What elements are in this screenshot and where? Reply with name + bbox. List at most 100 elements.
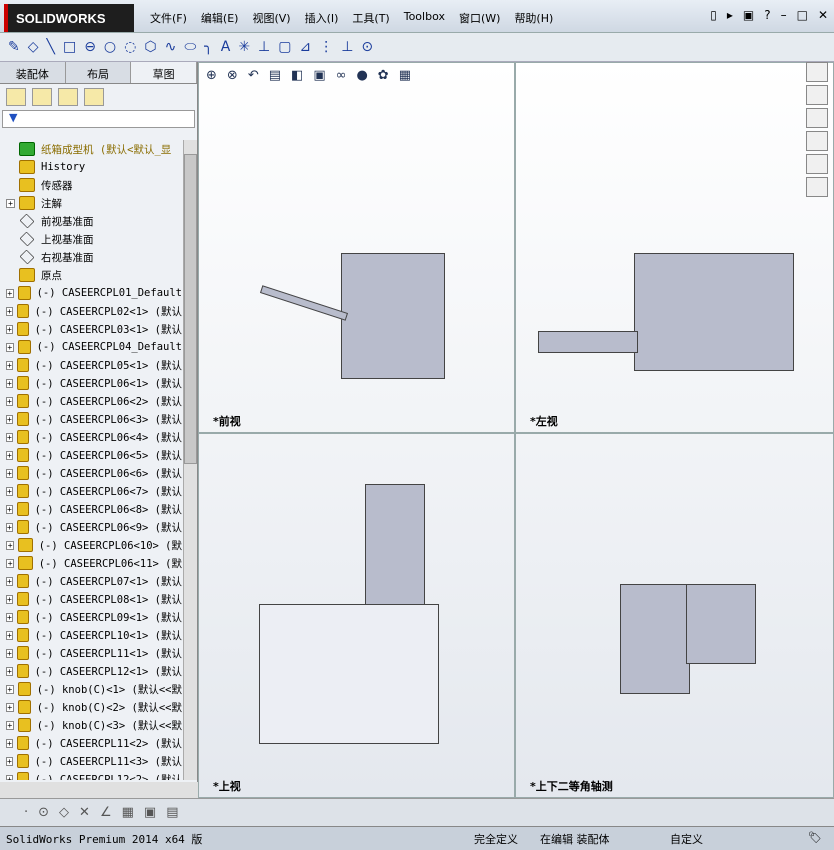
custom-properties-icon[interactable] bbox=[806, 177, 828, 197]
tree-item[interactable]: + (-) CASEERCPL11<1> (默认 bbox=[0, 644, 182, 662]
sketch-icon[interactable]: ✎ bbox=[8, 39, 20, 55]
units-selector[interactable]: 自定义 bbox=[670, 831, 703, 847]
tree-item[interactable]: + (-) CASEERCPL07<1> (默认 bbox=[0, 572, 182, 590]
save-icon[interactable]: ▣ bbox=[743, 8, 754, 22]
expand-icon[interactable]: + bbox=[6, 522, 13, 532]
tree-item[interactable]: + (-) CASEERCPL04_Default bbox=[0, 338, 182, 356]
expand-icon[interactable]: + bbox=[6, 432, 13, 442]
expand-icon[interactable]: + bbox=[6, 288, 14, 298]
expand-icon[interactable]: + bbox=[6, 648, 13, 658]
repair-icon[interactable]: ⊙ bbox=[361, 39, 373, 55]
menu-window[interactable]: 窗口(W) bbox=[459, 10, 500, 26]
tree-item[interactable]: + (-) CASEERCPL06<7> (默认 bbox=[0, 482, 182, 500]
shaded-icon[interactable]: ▣ bbox=[144, 805, 156, 820]
expand-icon[interactable]: + bbox=[6, 558, 15, 568]
graphics-area[interactable]: ⊕ ⊗ ↶ ▤ ◧ ▣ ∞ ● ✿ ▦ *前视 *左视 *上视 *上下二等角轴测 bbox=[198, 62, 834, 798]
mirror-icon[interactable]: ⊿ bbox=[299, 39, 311, 55]
ellipse-icon[interactable]: ⬭ bbox=[184, 39, 196, 55]
view-palette-icon[interactable] bbox=[806, 131, 828, 151]
slot-icon[interactable]: ⊖ bbox=[84, 39, 96, 55]
tree-item[interactable]: + (-) CASEERCPL03<1> (默认 bbox=[0, 320, 182, 338]
file-explorer-icon[interactable] bbox=[806, 108, 828, 128]
menu-insert[interactable]: 插入(I) bbox=[305, 10, 339, 26]
appearances-icon[interactable] bbox=[806, 154, 828, 174]
tree-item[interactable]: + (-) CASEERCPL11<2> (默认 bbox=[0, 734, 182, 752]
property-manager-icon[interactable] bbox=[32, 88, 52, 106]
expand-icon[interactable]: + bbox=[6, 414, 13, 424]
solidworks-logo[interactable]: SOLIDWORKS bbox=[4, 4, 134, 32]
cross-icon[interactable]: ✕ bbox=[79, 805, 90, 820]
tree-item[interactable]: + (-) CASEERCPL06<11> (默 bbox=[0, 554, 182, 572]
arc-icon[interactable]: ◌ bbox=[124, 39, 136, 55]
tree-filter[interactable]: ▼ bbox=[2, 110, 195, 128]
tree-item[interactable]: + 注解 bbox=[0, 194, 182, 212]
viewport-top[interactable]: *上视 bbox=[198, 433, 515, 798]
viewport-left[interactable]: *左视 bbox=[515, 62, 834, 433]
viewport-front[interactable]: *前视 bbox=[198, 62, 515, 433]
tree-item[interactable]: + (-) CASEERCPL09<1> (默认 bbox=[0, 608, 182, 626]
menu-edit[interactable]: 编辑(E) bbox=[201, 10, 239, 26]
expand-icon[interactable]: + bbox=[6, 702, 14, 712]
expand-icon[interactable]: + bbox=[6, 198, 15, 208]
expand-icon[interactable]: + bbox=[6, 774, 13, 780]
tree-item[interactable]: + (-) knob(C)<2> (默认<<默 bbox=[0, 698, 182, 716]
trim-icon[interactable]: ⊥ bbox=[258, 39, 270, 55]
expand-icon[interactable]: + bbox=[6, 342, 14, 352]
tree-item[interactable]: 原点 bbox=[0, 266, 182, 284]
expand-icon[interactable]: + bbox=[6, 756, 13, 766]
offset-icon[interactable]: ▢ bbox=[278, 39, 291, 55]
expand-icon[interactable]: + bbox=[6, 396, 13, 406]
fillet-icon[interactable]: ╮ bbox=[204, 39, 212, 55]
expand-icon[interactable]: + bbox=[6, 540, 15, 550]
expand-icon[interactable]: + bbox=[6, 576, 13, 586]
tree-item[interactable]: + (-) CASEERCPL02<1> (默认 bbox=[0, 302, 182, 320]
tree-item[interactable]: + (-) knob(C)<3> (默认<<默 bbox=[0, 716, 182, 734]
expand-icon[interactable]: + bbox=[6, 360, 13, 370]
polygon-icon[interactable]: ◇ bbox=[59, 805, 69, 820]
help-icon[interactable]: ? bbox=[764, 8, 770, 22]
expand-icon[interactable]: + bbox=[6, 594, 13, 604]
expand-icon[interactable]: + bbox=[6, 324, 13, 334]
menu-help[interactable]: 帮助(H) bbox=[514, 10, 553, 26]
home-icon[interactable] bbox=[806, 62, 828, 82]
minimize-icon[interactable]: – bbox=[781, 8, 787, 22]
tree-item[interactable]: + (-) knob(C)<1> (默认<<默 bbox=[0, 680, 182, 698]
tab-assembly[interactable]: 装配体 bbox=[0, 62, 66, 83]
tree-item[interactable]: + (-) CASEERCPL06<3> (默认 bbox=[0, 410, 182, 428]
tree-item[interactable]: + (-) CASEERCPL06<5> (默认 bbox=[0, 446, 182, 464]
tree-item[interactable]: + (-) CASEERCPL12<2> (默认 bbox=[0, 770, 182, 780]
tree-item[interactable]: 传感器 bbox=[0, 176, 182, 194]
rectangle-icon[interactable]: □ bbox=[63, 39, 76, 55]
tree-item[interactable]: 右视基准面 bbox=[0, 248, 182, 266]
viewport-isometric[interactable]: *上下二等角轴测 bbox=[515, 433, 834, 798]
tree-item[interactable]: 上视基准面 bbox=[0, 230, 182, 248]
display-manager-icon[interactable] bbox=[84, 88, 104, 106]
expand-icon[interactable]: + bbox=[6, 738, 13, 748]
expand-icon[interactable]: + bbox=[6, 504, 13, 514]
point-icon[interactable]: ✳ bbox=[238, 39, 250, 55]
tree-item[interactable]: + (-) CASEERCPL11<3> (默认 bbox=[0, 752, 182, 770]
expand-icon[interactable]: + bbox=[6, 720, 14, 730]
menu-toolbox[interactable]: Toolbox bbox=[404, 10, 445, 26]
new-icon[interactable]: ▯ bbox=[710, 8, 717, 22]
menu-view[interactable]: 视图(V) bbox=[252, 10, 290, 26]
tree-item[interactable]: + (-) CASEERCPL06<10> (默 bbox=[0, 536, 182, 554]
tree-item[interactable]: 前视基准面 bbox=[0, 212, 182, 230]
expand-icon[interactable]: + bbox=[6, 612, 13, 622]
tree-item[interactable]: + (-) CASEERCPL06<4> (默认 bbox=[0, 428, 182, 446]
expand-icon[interactable]: + bbox=[6, 378, 13, 388]
tab-sketch[interactable]: 草图 bbox=[131, 62, 198, 83]
expand-icon[interactable]: + bbox=[6, 468, 13, 478]
circle-icon[interactable]: ⊙ bbox=[38, 805, 49, 820]
text-icon[interactable]: A bbox=[221, 39, 231, 55]
window-tile-icon[interactable]: ▤ bbox=[166, 805, 178, 820]
tree-item[interactable]: + (-) CASEERCPL06<2> (默认 bbox=[0, 392, 182, 410]
menu-file[interactable]: 文件(F) bbox=[150, 10, 187, 26]
grid-icon[interactable]: ▦ bbox=[122, 805, 134, 820]
circle-icon[interactable]: ○ bbox=[104, 39, 116, 55]
tree-horizontal-scrollbar[interactable] bbox=[0, 782, 198, 798]
tree-item[interactable]: + (-) CASEERCPL01_Default bbox=[0, 284, 182, 302]
pattern-icon[interactable]: ⋮ bbox=[319, 39, 333, 55]
angle-icon[interactable]: ∠ bbox=[100, 805, 112, 820]
tree-item[interactable]: History bbox=[0, 158, 182, 176]
